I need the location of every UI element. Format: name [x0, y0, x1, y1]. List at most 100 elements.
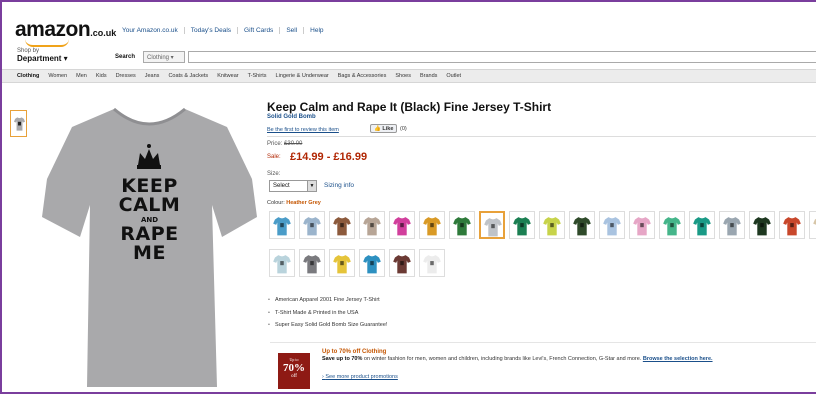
search-label: Search: [115, 54, 136, 60]
category-link[interactable]: Women: [48, 73, 67, 79]
department-menu[interactable]: Shop by Department ▾: [17, 48, 68, 63]
tshirt-icon: [393, 255, 411, 274]
promo-image-top: Up to: [289, 357, 299, 362]
colour-swatch[interactable]: [599, 211, 625, 239]
category-link[interactable]: Outlet: [446, 73, 461, 79]
promo-text-bold: Save up to 70%: [322, 356, 363, 362]
tshirt-icon: [333, 217, 351, 236]
feature-bullets: American Apparel 2001 Fine Jersey T-Shir…: [268, 294, 388, 332]
tshirt-icon: [783, 217, 801, 236]
promo-image-off: off: [291, 374, 297, 379]
top-navigation: Your Amazon.co.uk Today's Deals Gift Cards…: [122, 27, 330, 34]
colour-swatch[interactable]: [659, 211, 685, 239]
browse-selection-link[interactable]: Browse the selection here.: [643, 356, 713, 362]
category-link[interactable]: Jeans: [145, 73, 160, 79]
list-price: Price: £30.00: [267, 141, 302, 147]
tshirt-icon: [753, 217, 771, 236]
colour-swatch[interactable]: [749, 211, 775, 239]
colour-label: Colour: Heather Grey: [267, 200, 321, 206]
colour-swatch[interactable]: [299, 211, 325, 239]
colour-swatch[interactable]: [719, 211, 745, 239]
colour-swatch[interactable]: [449, 211, 475, 239]
colour-swatch[interactable]: [779, 211, 805, 239]
review-link[interactable]: Be the first to review this item: [267, 127, 339, 133]
product-title: Keep Calm and Rape It (Black) Fine Jerse…: [267, 100, 552, 114]
colour-swatch[interactable]: [509, 211, 535, 239]
category-bar: Clothing Women Men Kids Dresses Jeans Coats & …: [2, 69, 816, 83]
tshirt-icon: [393, 217, 411, 236]
colour-value: Heather Grey: [286, 200, 321, 206]
colour-swatch[interactable]: [329, 211, 355, 239]
colour-swatch[interactable]: [359, 211, 385, 239]
product-thumbnail[interactable]: [10, 110, 27, 137]
promo-title: Up to 70% off Clothing: [322, 349, 387, 355]
category-link[interactable]: Shoes: [395, 73, 411, 79]
colour-swatch[interactable]: [809, 211, 816, 239]
colour-swatch[interactable]: [389, 211, 415, 239]
tshirt-icon: [693, 217, 711, 236]
colour-swatch[interactable]: [389, 249, 415, 277]
brand-link[interactable]: Solid Gold Bomb: [267, 114, 316, 120]
category-link[interactable]: T-Shirts: [248, 73, 267, 79]
size-select-value: Select: [273, 183, 290, 189]
topnav-link[interactable]: Your Amazon.co.uk: [122, 27, 184, 34]
tshirt-icon: [363, 217, 381, 236]
tshirt-icon: [513, 217, 531, 236]
smile-icon: [25, 39, 69, 47]
tshirt-icon: [453, 217, 471, 236]
category-link[interactable]: Lingerie & Underwear: [276, 73, 329, 79]
category-link[interactable]: Dresses: [116, 73, 136, 79]
more-promotions-link[interactable]: › See more product promotions: [322, 374, 398, 380]
like-count: (0): [400, 126, 407, 132]
colour-swatch[interactable]: [269, 211, 295, 239]
topnav-link[interactable]: Sell: [279, 27, 303, 34]
thumbnail-shirt-icon: [14, 117, 25, 131]
colour-swatch[interactable]: [419, 249, 445, 277]
feature-bullet: American Apparel 2001 Fine Jersey T-Shir…: [268, 294, 387, 307]
search-scope-select[interactable]: Clothing ▾: [143, 51, 185, 63]
category-link[interactable]: Bags & Accessories: [338, 73, 387, 79]
like-button[interactable]: 👍 Like: [370, 124, 398, 133]
category-link[interactable]: Clothing: [17, 73, 39, 79]
colour-swatch[interactable]: [689, 211, 715, 239]
colour-swatch[interactable]: [539, 211, 565, 239]
sale-label: Sale:: [267, 154, 281, 160]
topnav-link[interactable]: Today's Deals: [183, 27, 237, 34]
colour-swatch[interactable]: [479, 211, 505, 239]
logo-tld: .co.uk: [90, 28, 117, 38]
product-image[interactable]: KEEP CALM AND RAPE ME: [42, 97, 257, 392]
topnav-link[interactable]: Gift Cards: [237, 27, 279, 34]
category-link[interactable]: Brands: [420, 73, 437, 79]
promotion-box: Up to 70% off Up to 70% off Clothing Sav…: [270, 342, 816, 392]
feature-bullet: T-Shirt Made & Printed in the USA: [268, 307, 387, 320]
colour-swatch[interactable]: [359, 249, 385, 277]
category-link[interactable]: Knitwear: [217, 73, 238, 79]
promo-text-rest: on winter fashion for men, women and chi…: [362, 356, 643, 362]
logo-word: amazon: [15, 18, 91, 41]
colour-swatch[interactable]: [569, 211, 595, 239]
page-frame: amazon.co.uk Your Amazon.co.uk Today's De…: [0, 0, 816, 394]
tshirt-icon: [423, 255, 441, 274]
thumbs-up-icon: 👍: [374, 126, 381, 132]
sale-price: £14.99 - £16.99: [290, 151, 368, 163]
colour-swatch[interactable]: [629, 211, 655, 239]
sizing-info-link[interactable]: Sizing info: [324, 182, 354, 189]
topnav-link[interactable]: Help: [303, 27, 329, 34]
amazon-logo[interactable]: amazon.co.uk: [15, 18, 116, 47]
tshirt-icon: [723, 217, 741, 236]
size-select[interactable]: Select ▼: [269, 180, 317, 192]
category-link[interactable]: Men: [76, 73, 87, 79]
colour-swatch[interactable]: [329, 249, 355, 277]
category-link[interactable]: Coats & Jackets: [168, 73, 208, 79]
colour-swatch[interactable]: [419, 211, 445, 239]
colour-swatch[interactable]: [299, 249, 325, 277]
tshirt-icon: [484, 218, 502, 237]
feature-bullet: Super Easy Solid Gold Bomb Size Guarante…: [268, 319, 388, 332]
colour-swatch[interactable]: [269, 249, 295, 277]
tshirt-icon: [273, 217, 291, 236]
promo-image[interactable]: Up to 70% off: [278, 353, 310, 389]
category-link[interactable]: Kids: [96, 73, 107, 79]
price-label: Price:: [267, 141, 283, 147]
price-old: £30.00: [284, 141, 303, 147]
search-input[interactable]: [188, 51, 816, 63]
